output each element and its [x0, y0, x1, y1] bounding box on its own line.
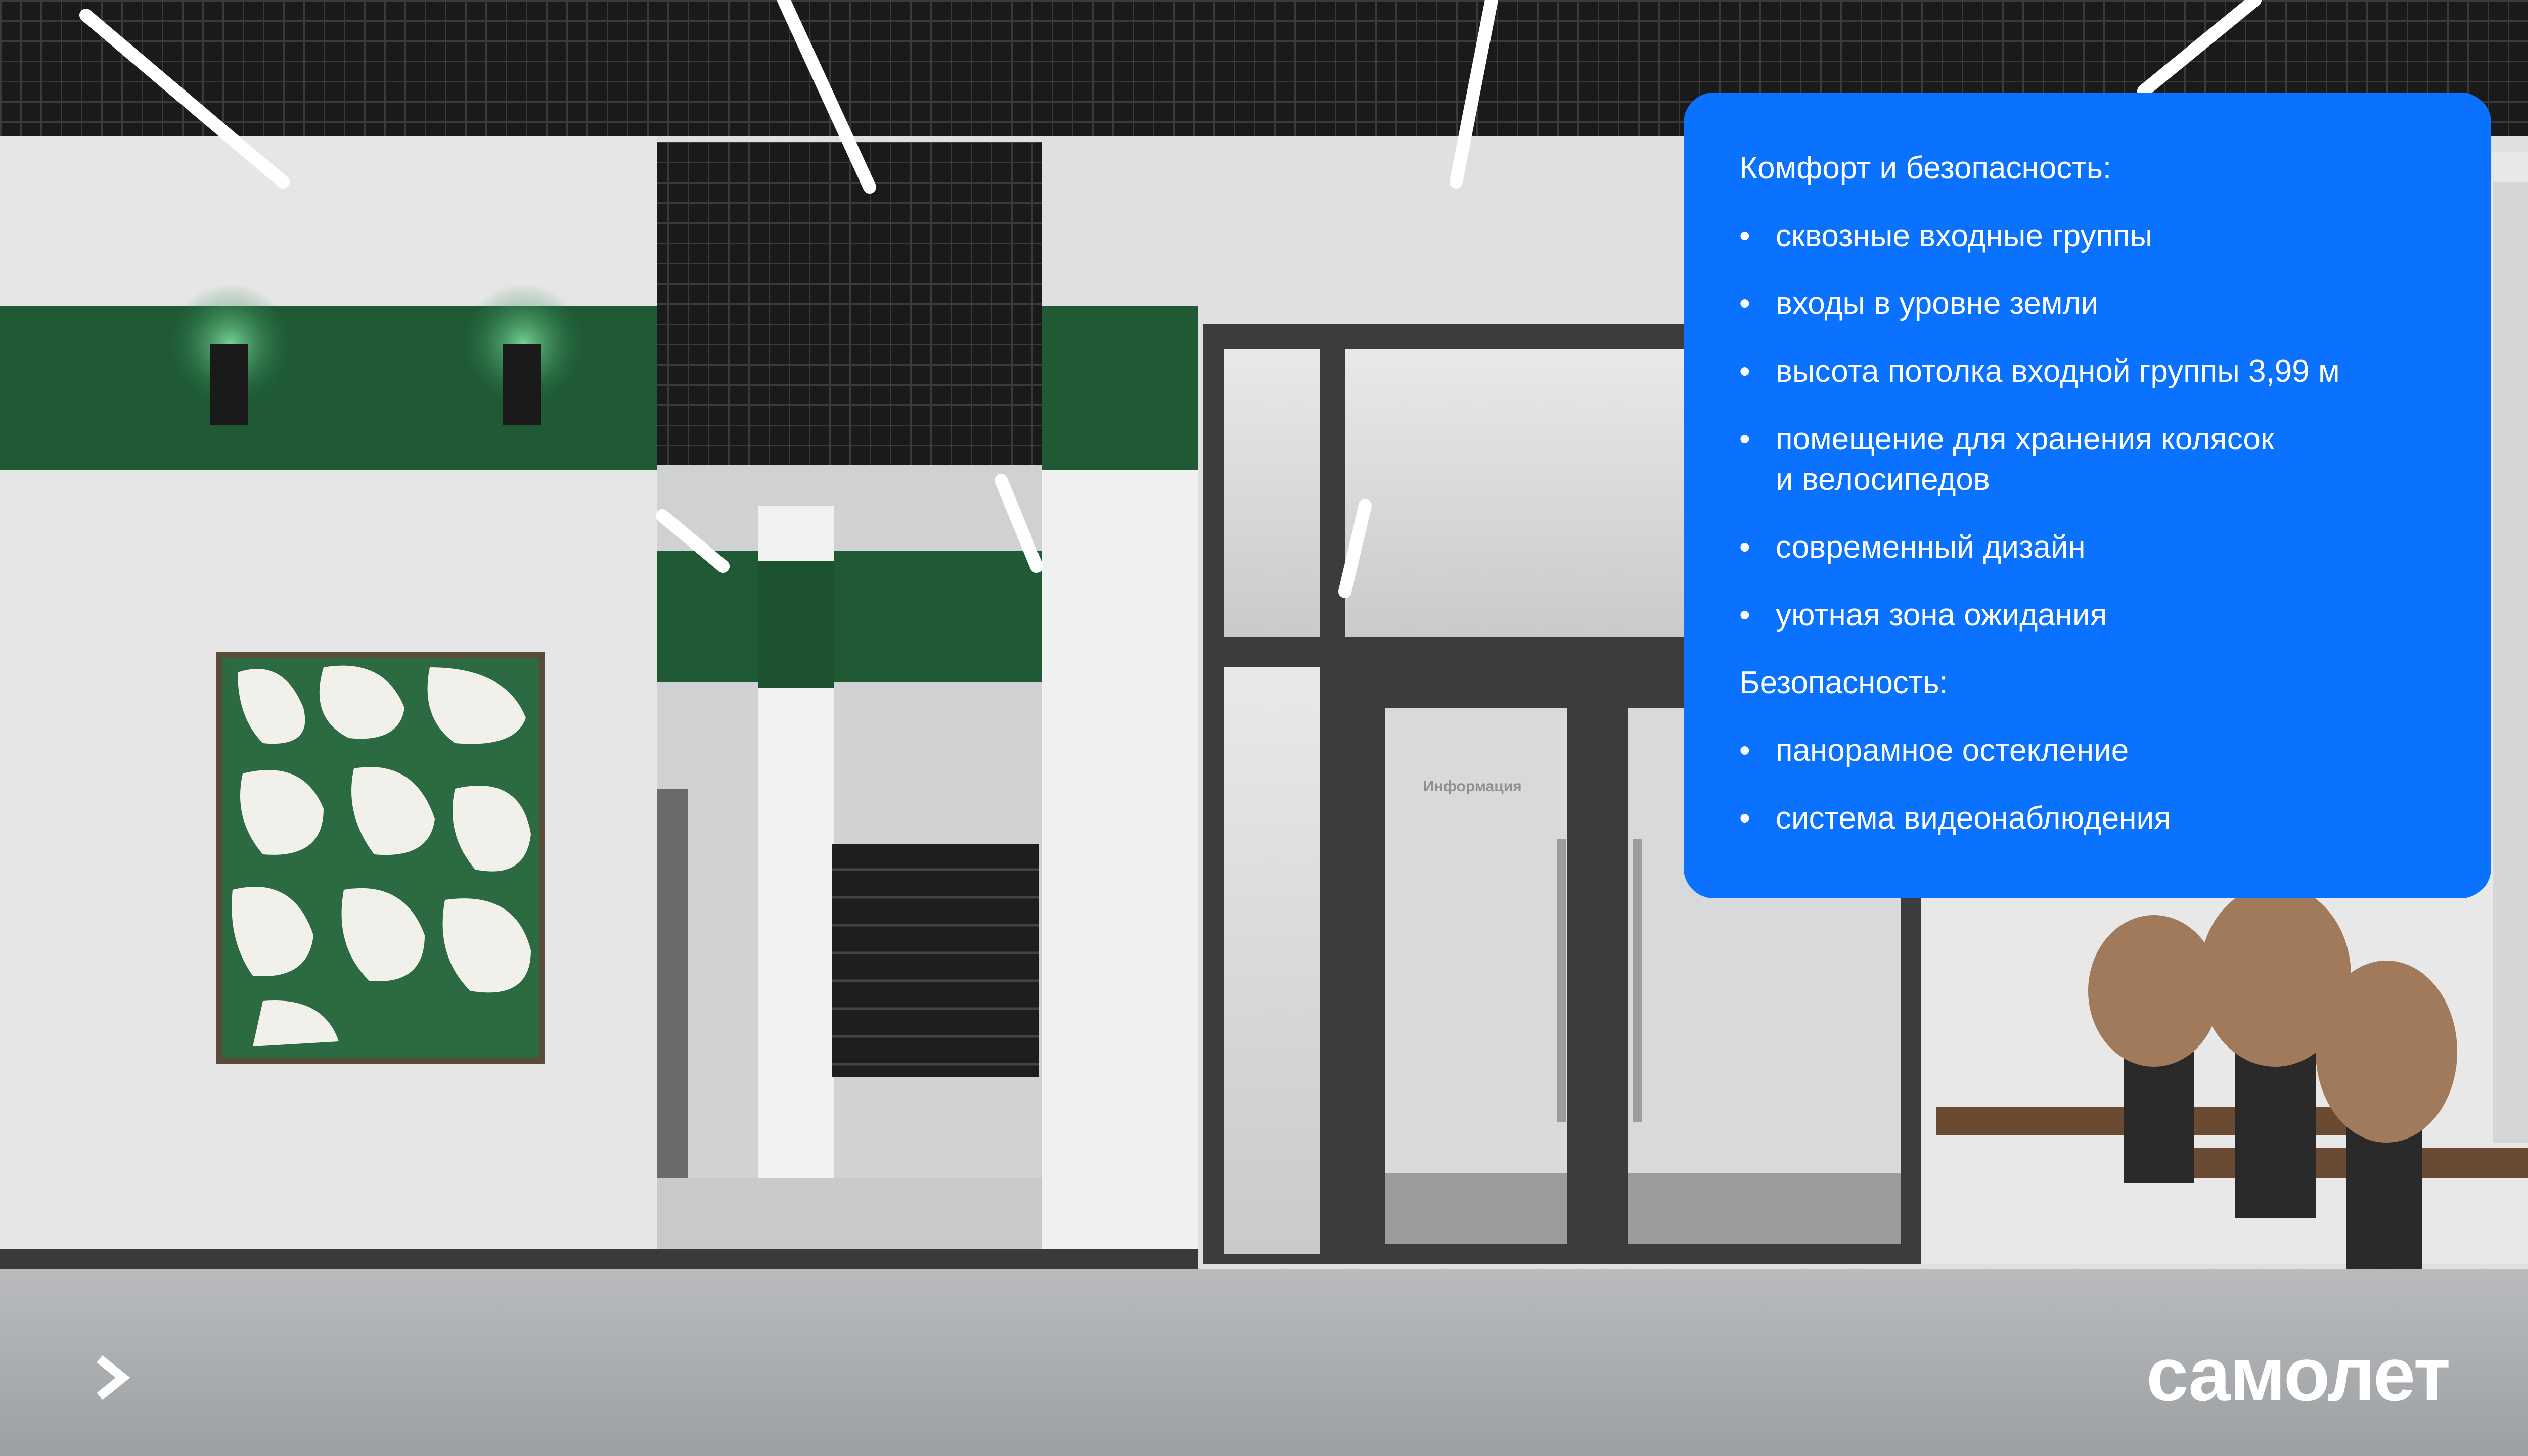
comfort-heading: Комфорт и безопасность: — [1739, 151, 2112, 186]
brand-logo: самолет — [2146, 1332, 2451, 1417]
list-item: • система видеонаблюдения — [1739, 798, 2441, 839]
list-item: • современный дизайн — [1739, 527, 2441, 568]
security-list: • панорамное остекление • система видеонаб… — [1739, 731, 2441, 839]
door-sign-text: Информация — [1423, 778, 1522, 795]
list-item: • входы в уровне земли — [1739, 284, 2441, 324]
list-item: • уютная зона ожидания — [1739, 595, 2441, 635]
list-item: • сквозные входные группы — [1739, 216, 2441, 256]
list-item: • панорамное остекление — [1739, 731, 2441, 771]
bullet-icon: • — [1739, 286, 1750, 321]
features-card: Комфорт и безопасность: • сквозные входны… — [1684, 93, 2491, 898]
bullet-icon: • — [1739, 801, 1750, 836]
bullet-icon: • — [1739, 218, 1750, 253]
bullet-icon: • — [1739, 354, 1750, 389]
list-item: • помещение для хранения колясок и велоси… — [1739, 419, 2441, 500]
comfort-list: • сквозные входные группы • входы в уровне… — [1739, 216, 2441, 635]
bullet-icon: • — [1739, 530, 1750, 565]
bullet-icon: • — [1739, 422, 1750, 457]
bullet-icon: • — [1739, 733, 1750, 768]
list-item: • высота потолка входной группы 3,99 м — [1739, 351, 2441, 392]
security-heading: Безопасность: — [1739, 665, 1948, 700]
bullet-icon: • — [1739, 598, 1750, 632]
chevron-right-icon[interactable] — [94, 1355, 134, 1400]
